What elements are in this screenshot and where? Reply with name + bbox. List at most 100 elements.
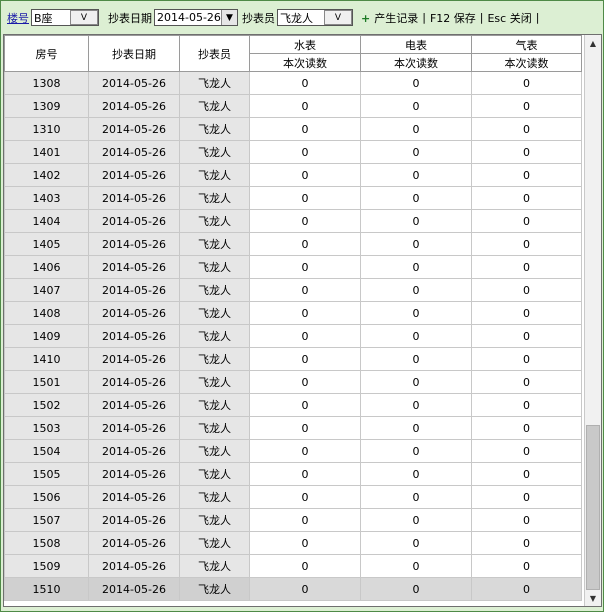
cell-gas-reading[interactable]: 0	[471, 301, 582, 325]
cell-electric-reading[interactable]: 0	[360, 531, 472, 555]
cell-gas-reading[interactable]: 0	[471, 163, 582, 187]
cell-water-reading[interactable]: 0	[249, 94, 361, 118]
cell-water-reading[interactable]: 0	[249, 186, 361, 210]
cell-water-reading[interactable]: 0	[249, 370, 361, 394]
vertical-scrollbar[interactable]: ▲ ▼	[584, 35, 601, 606]
cell-water-reading[interactable]: 0	[249, 416, 361, 440]
generate-records-button[interactable]: + 产生记录	[361, 10, 418, 26]
cell-gas-reading[interactable]: 0	[471, 117, 582, 141]
cell-water-reading[interactable]: 0	[249, 439, 361, 463]
scroll-down-icon[interactable]: ▼	[585, 590, 601, 606]
header-gas-reading[interactable]: 本次读数	[471, 53, 582, 72]
cell-water-reading[interactable]: 0	[249, 278, 361, 302]
cell-electric-reading[interactable]: 0	[360, 462, 472, 486]
table-row[interactable]: 1404 2014-05-26 飞龙人 0 0 0	[4, 209, 582, 233]
cell-electric-reading[interactable]: 0	[360, 209, 472, 233]
cell-gas-reading[interactable]: 0	[471, 462, 582, 486]
cell-water-reading[interactable]: 0	[249, 163, 361, 187]
cell-gas-reading[interactable]: 0	[471, 508, 582, 532]
table-row[interactable]: 1503 2014-05-26 飞龙人 0 0 0	[4, 416, 582, 440]
table-row[interactable]: 1403 2014-05-26 飞龙人 0 0 0	[4, 186, 582, 210]
cell-electric-reading[interactable]: 0	[360, 485, 472, 509]
cell-water-reading[interactable]: 0	[249, 554, 361, 578]
cell-electric-reading[interactable]: 0	[360, 416, 472, 440]
building-dropdown-button[interactable]: V	[70, 10, 98, 25]
table-row[interactable]: 1508 2014-05-26 飞龙人 0 0 0	[4, 531, 582, 555]
cell-water-reading[interactable]: 0	[249, 531, 361, 555]
table-row[interactable]: 1406 2014-05-26 飞龙人 0 0 0	[4, 255, 582, 279]
cell-water-reading[interactable]: 0	[249, 140, 361, 164]
header-gas[interactable]: 气表	[471, 35, 582, 54]
cell-electric-reading[interactable]: 0	[360, 140, 472, 164]
cell-electric-reading[interactable]: 0	[360, 554, 472, 578]
header-electric[interactable]: 电表	[360, 35, 472, 54]
cell-electric-reading[interactable]: 0	[360, 117, 472, 141]
table-row[interactable]: 1504 2014-05-26 飞龙人 0 0 0	[4, 439, 582, 463]
header-date[interactable]: 抄表日期	[88, 35, 180, 72]
cell-electric-reading[interactable]: 0	[360, 508, 472, 532]
cell-water-reading[interactable]: 0	[249, 117, 361, 141]
cell-gas-reading[interactable]: 0	[471, 140, 582, 164]
table-row[interactable]: 1501 2014-05-26 飞龙人 0 0 0	[4, 370, 582, 394]
cell-gas-reading[interactable]: 0	[471, 209, 582, 233]
cell-water-reading[interactable]: 0	[249, 232, 361, 256]
cell-water-reading[interactable]: 0	[249, 301, 361, 325]
cell-electric-reading[interactable]: 0	[360, 439, 472, 463]
building-label-link[interactable]: 楼号	[7, 10, 29, 26]
table-row[interactable]: 1309 2014-05-26 飞龙人 0 0 0	[4, 94, 582, 118]
cell-electric-reading[interactable]: 0	[360, 301, 472, 325]
close-button[interactable]: Esc 关闭	[487, 10, 531, 26]
table-row[interactable]: 1308 2014-05-26 飞龙人 0 0 0	[4, 71, 582, 95]
cell-water-reading[interactable]: 0	[249, 485, 361, 509]
header-electric-reading[interactable]: 本次读数	[360, 53, 472, 72]
building-select[interactable]: B座 V	[31, 9, 99, 26]
cell-gas-reading[interactable]: 0	[471, 255, 582, 279]
cell-gas-reading[interactable]: 0	[471, 439, 582, 463]
cell-electric-reading[interactable]: 0	[360, 324, 472, 348]
header-room[interactable]: 房号	[4, 35, 89, 72]
cell-electric-reading[interactable]: 0	[360, 71, 472, 95]
cell-water-reading[interactable]: 0	[249, 324, 361, 348]
table-row[interactable]: 1408 2014-05-26 飞龙人 0 0 0	[4, 301, 582, 325]
cell-electric-reading[interactable]: 0	[360, 393, 472, 417]
cell-electric-reading[interactable]: 0	[360, 278, 472, 302]
cell-gas-reading[interactable]: 0	[471, 416, 582, 440]
cell-gas-reading[interactable]: 0	[471, 347, 582, 371]
table-row[interactable]: 1509 2014-05-26 飞龙人 0 0 0	[4, 554, 582, 578]
cell-electric-reading[interactable]: 0	[360, 577, 472, 601]
table-row[interactable]: 1410 2014-05-26 飞龙人 0 0 0	[4, 347, 582, 371]
cell-electric-reading[interactable]: 0	[360, 370, 472, 394]
reader-select[interactable]: 飞龙人 V	[277, 9, 353, 26]
header-water[interactable]: 水表	[249, 35, 361, 54]
cell-gas-reading[interactable]: 0	[471, 393, 582, 417]
cell-water-reading[interactable]: 0	[249, 71, 361, 95]
cell-electric-reading[interactable]: 0	[360, 347, 472, 371]
cell-electric-reading[interactable]: 0	[360, 232, 472, 256]
cell-water-reading[interactable]: 0	[249, 255, 361, 279]
cell-gas-reading[interactable]: 0	[471, 577, 582, 601]
cell-water-reading[interactable]: 0	[249, 393, 361, 417]
table-row[interactable]: 1402 2014-05-26 飞龙人 0 0 0	[4, 163, 582, 187]
reader-dropdown-button[interactable]: V	[324, 10, 352, 25]
cell-water-reading[interactable]: 0	[249, 508, 361, 532]
cell-water-reading[interactable]: 0	[249, 577, 361, 601]
table-row[interactable]: 1510 2014-05-26 飞龙人 0 0 0	[4, 577, 582, 601]
table-row[interactable]: 1507 2014-05-26 飞龙人 0 0 0	[4, 508, 582, 532]
cell-gas-reading[interactable]: 0	[471, 485, 582, 509]
table-row[interactable]: 1505 2014-05-26 飞龙人 0 0 0	[4, 462, 582, 486]
cell-gas-reading[interactable]: 0	[471, 554, 582, 578]
cell-gas-reading[interactable]: 0	[471, 324, 582, 348]
cell-gas-reading[interactable]: 0	[471, 278, 582, 302]
cell-electric-reading[interactable]: 0	[360, 186, 472, 210]
cell-gas-reading[interactable]: 0	[471, 71, 582, 95]
table-row[interactable]: 1310 2014-05-26 飞龙人 0 0 0	[4, 117, 582, 141]
cell-electric-reading[interactable]: 0	[360, 94, 472, 118]
table-row[interactable]: 1405 2014-05-26 飞龙人 0 0 0	[4, 232, 582, 256]
header-water-reading[interactable]: 本次读数	[249, 53, 361, 72]
cell-gas-reading[interactable]: 0	[471, 370, 582, 394]
cell-gas-reading[interactable]: 0	[471, 531, 582, 555]
cell-gas-reading[interactable]: 0	[471, 94, 582, 118]
save-button[interactable]: F12 保存	[430, 10, 476, 26]
scrollbar-thumb[interactable]	[586, 425, 600, 590]
date-picker[interactable]: 2014-05-26 ▼	[154, 9, 238, 26]
